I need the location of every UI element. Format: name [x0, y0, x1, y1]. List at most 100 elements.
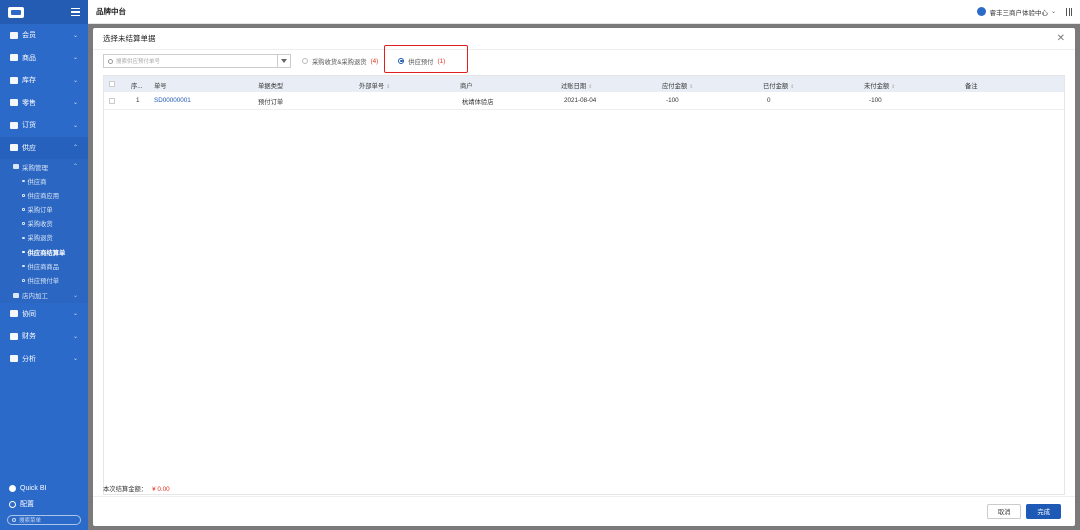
sidebar-group-purchase[interactable]: 采购管理 ⌃ — [0, 159, 88, 174]
column-header-sortable[interactable]: 应付金额 ⇕ — [662, 81, 693, 90]
sort-icon: ⇕ — [891, 84, 896, 90]
menu-search-input[interactable]: 搜索菜单 — [7, 515, 81, 525]
chevron-down-icon: ⌄ — [72, 122, 78, 129]
sidebar-group-label: 采购管理 — [22, 164, 48, 172]
close-icon[interactable]: ✕ — [1057, 33, 1065, 44]
chevron-down-icon: ⌄ — [72, 356, 78, 363]
logo-icon — [8, 6, 24, 18]
sort-icon: ⇕ — [386, 84, 391, 90]
sidebar-item-finance[interactable]: 财务 ⌄ — [0, 325, 88, 348]
menu-search-placeholder: 搜索菜单 — [19, 518, 42, 524]
sidebar-subitem[interactable]: 供应预付单 — [0, 273, 88, 287]
sum-label: 本次结算金额： — [103, 486, 148, 493]
sidebar-item-analysis[interactable]: 分析 ⌄ — [0, 348, 88, 371]
modal-header: 选择未结算单据 ✕ — [93, 28, 1075, 50]
store-icon — [977, 7, 987, 16]
sidebar-subitem[interactable]: 采购退货 — [0, 231, 88, 245]
sidebar-item-retail[interactable]: 零售 ⌄ — [0, 92, 88, 115]
column-header: 商户 — [460, 83, 473, 90]
sidebar-subitem-current[interactable]: 供应商结算单 — [0, 245, 88, 259]
bullet-icon — [22, 194, 25, 197]
sidebar: 会员 ⌄ 商品 ⌄ 库存 ⌄ 零售 ⌄ 订货 ⌄ 供应 ⌃ 采购管理 ⌃ 供应商… — [0, 0, 88, 530]
bullet-icon — [22, 264, 25, 268]
bullet-icon — [22, 250, 25, 254]
quick-bi-icon — [9, 484, 16, 492]
sidebar-item-label: 财务 — [22, 333, 36, 341]
sidebar-item-collab[interactable]: 协同 ⌄ — [0, 303, 88, 326]
analysis-icon — [10, 355, 18, 363]
app-title: 品牌中台 — [96, 7, 126, 16]
supply-icon — [10, 144, 18, 152]
sidebar-subitem-label: 供应预付单 — [27, 277, 59, 285]
done-button[interactable]: 完成 — [1026, 504, 1061, 519]
sidebar-subitem[interactable]: 采购收货 — [0, 217, 88, 231]
column-header: 单号 — [154, 83, 167, 90]
sidebar-group-processing[interactable]: 店内加工 ⌄ — [0, 288, 88, 303]
sidebar-subitem[interactable]: 供应商 — [0, 174, 88, 188]
chevron-down-icon: ⌄ — [72, 100, 78, 107]
menu-toggle-icon[interactable] — [71, 8, 80, 16]
sidebar-item-supply[interactable]: 供应 ⌃ — [0, 136, 88, 159]
column-header-sortable[interactable]: 已付金额 ⇕ — [763, 81, 794, 90]
chevron-down-icon: ⌄ — [72, 32, 78, 39]
modal-footer: 取消 完成 — [93, 496, 1075, 526]
chevron-down-icon: ⌄ — [1050, 9, 1056, 15]
chevron-down-icon: ⌄ — [72, 55, 78, 62]
table-row[interactable]: 1 SD00000001 预付订单 杭靖体验店 2021-08-04 -100 … — [104, 92, 1064, 110]
column-header: 序... — [131, 83, 143, 90]
sidebar-item-order[interactable]: 订货 ⌄ — [0, 114, 88, 137]
sidebar-item-inventory[interactable]: 库存 ⌄ — [0, 69, 88, 92]
filter-button[interactable] — [278, 54, 291, 68]
sidebar-subitem-label: 供应商 — [27, 178, 47, 186]
cell-doc-type: 预付订单 — [258, 99, 284, 106]
store-name: 睿丰三商户体验中心 — [989, 9, 1048, 17]
cell-post-date: 2021-08-04 — [564, 97, 597, 104]
radio-purchase-receipt[interactable]: 采购收货&采购退货 (4) — [302, 57, 378, 66]
filter-icon — [281, 59, 287, 63]
member-icon — [10, 31, 18, 39]
bullet-icon — [22, 236, 25, 240]
select-all-checkbox[interactable] — [109, 81, 115, 87]
cell-doc-number-link[interactable]: SD00000001 — [154, 97, 191, 104]
column-header-sortable[interactable]: 外部单号 ⇕ — [359, 81, 390, 90]
sidebar-subitem-label: 供应商商品 — [27, 263, 59, 271]
column-header-sortable[interactable]: 未付金额 ⇕ — [864, 81, 895, 90]
sidebar-item-label: 订货 — [22, 122, 36, 130]
row-checkbox[interactable] — [109, 98, 115, 104]
cell-payable: -100 — [666, 97, 679, 104]
store-switcher[interactable]: 睿丰三商户体验中心 ⌄ — [977, 7, 1056, 17]
column-header-sortable[interactable]: 过账日期 ⇕ — [561, 81, 592, 90]
radio-count: (4) — [370, 57, 379, 65]
settings-label: 配置 — [20, 501, 34, 508]
cell-index: 1 — [136, 97, 140, 104]
sidebar-group-label: 店内加工 — [22, 293, 48, 300]
sidebar-item-label: 分析 — [22, 355, 36, 363]
modal-title: 选择未结算单据 — [103, 34, 156, 43]
sidebar-subitem-label: 供应商应用 — [27, 192, 59, 200]
finance-icon — [10, 332, 18, 340]
sidebar-subgroup: 采购管理 ⌃ 供应商 供应商应用 采购订单 采购收货 采购退货 供应商结算单 供… — [0, 159, 88, 303]
gear-icon — [9, 500, 16, 508]
sidebar-item-product[interactable]: 商品 ⌄ — [0, 47, 88, 70]
sidebar-item-label: 协同 — [22, 310, 36, 318]
search-input[interactable]: 搜索供应预付单号 — [103, 54, 278, 68]
bullet-icon — [22, 279, 25, 282]
sidebar-subitem[interactable]: 供应商商品 — [0, 259, 88, 273]
sidebar-item-label: 会员 — [22, 32, 36, 40]
retail-icon — [10, 99, 18, 107]
quick-bi-link[interactable]: Quick BI — [0, 480, 88, 496]
chevron-down-icon: ⌄ — [72, 292, 78, 299]
bullet-icon — [22, 208, 25, 211]
columns-icon[interactable] — [1066, 7, 1072, 16]
radio-circle — [302, 58, 308, 64]
cancel-button[interactable]: 取消 — [986, 504, 1022, 519]
sidebar-item-member[interactable]: 会员 ⌄ — [0, 24, 88, 47]
chevron-up-icon: ⌃ — [72, 164, 78, 170]
bullet-icon — [22, 222, 25, 225]
sidebar-subitem[interactable]: 供应商应用 — [0, 188, 88, 202]
column-header-label: 外部单号 — [359, 83, 385, 90]
sidebar-subitem-label: 采购订单 — [27, 206, 53, 214]
sidebar-subitem[interactable]: 采购订单 — [0, 202, 88, 216]
settings-link[interactable]: 配置 — [0, 496, 88, 512]
product-icon — [10, 54, 18, 62]
